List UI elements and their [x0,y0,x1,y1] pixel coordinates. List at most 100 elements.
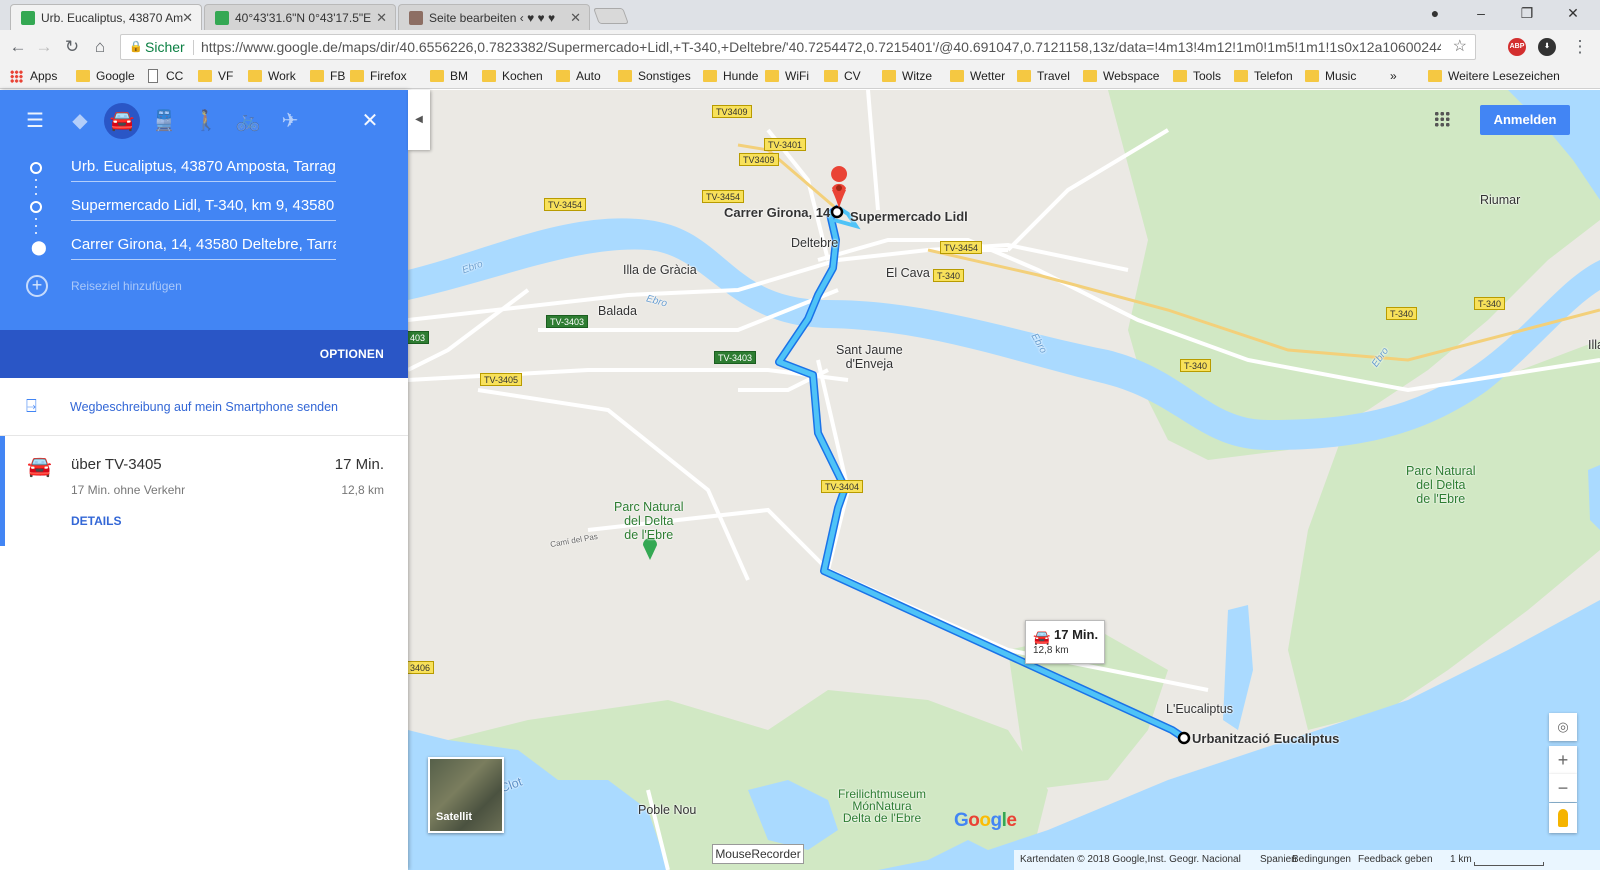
tab-coordinates[interactable]: 40°43'31.6"N 0°43'17.5"E ✕ [204,4,396,30]
tab-close-icon[interactable]: ✕ [182,5,193,30]
route-option[interactable]: 🚘 über TV-3405 17 Min. ohne Verkehr 17 M… [0,436,408,546]
label-poble-nou[interactable]: Poble Nou [638,803,696,817]
transit-mode-icon[interactable]: 🚆 [146,103,182,139]
bike-mode-icon[interactable]: 🚲 [230,103,266,139]
terms-link[interactable]: Bedingungen [1292,850,1351,870]
feedback-link[interactable]: Feedback geben [1358,850,1433,870]
callout-time: 17 Min. [1054,627,1099,642]
bookmark-label: Wetter [970,69,1006,83]
bookmark-bm[interactable]: BM [430,68,468,85]
google-apps-icon[interactable] [1434,111,1450,127]
bookmark-music[interactable]: Music [1305,68,1356,85]
url-text[interactable]: https://www.google.de/maps/dir/40.655622… [201,35,1441,59]
bookmark-tools[interactable]: Tools [1173,68,1221,85]
label-urbanitzacio-eucaliptus[interactable]: Urbanització Eucaliptus [1192,731,1339,746]
download-extension-icon[interactable]: ⬇ [1538,38,1556,56]
bookmark-firefox[interactable]: Firefox [350,68,407,85]
bookmark-cc[interactable]: CC [146,68,183,85]
label-riumar[interactable]: Riumar [1480,193,1520,207]
forward-icon[interactable]: → [32,35,56,59]
signin-button[interactable]: Anmelden [1480,105,1570,135]
label-balada[interactable]: Balada [598,304,637,318]
google-logo: Google [954,810,1017,831]
walk-mode-icon[interactable]: 🚶 [188,103,224,139]
label-leucaliptus[interactable]: L'Eucaliptus [1166,702,1233,716]
send-to-phone-link[interactable]: Wegbeschreibung auf mein Smartphone send… [70,400,338,414]
label-el-cava[interactable]: El Cava [886,266,930,280]
bookmark-auto[interactable]: Auto [556,68,601,85]
page-icon [148,69,158,83]
tab-close-icon[interactable]: ✕ [376,5,387,30]
close-window-icon[interactable]: ✕ [1550,0,1596,26]
label-illa-de-gracia[interactable]: Illa de Gràcia [623,263,697,277]
details-link[interactable]: DETAILS [71,514,121,528]
other-bookmarks[interactable]: Weitere Lesezeichen [1428,68,1560,85]
page-favicon-icon [409,11,423,25]
mouse-recorder-overlay[interactable]: MouseRecorder [712,844,804,864]
label-freilichtmuseum[interactable]: Freilichtmuseum MónNatura Delta de l'Ebr… [838,788,926,824]
label-deltebre[interactable]: Deltebre [791,236,838,250]
satellite-toggle[interactable]: Satellit [428,757,504,833]
my-location-icon[interactable]: ◎ [1549,713,1577,741]
zoom-in-button[interactable]: + [1549,746,1577,774]
back-icon[interactable]: ← [6,35,30,59]
map-canvas[interactable]: Carrer Girona, 14 Supermercado Lidl Delt… [408,90,1600,870]
bookmark-wifi[interactable]: WiFi [765,68,809,85]
map-data-credit: Kartendaten © 2018 Google,Inst. Geogr. N… [1020,854,1241,865]
bookmark-travel[interactable]: Travel [1017,68,1070,85]
bookmark-star-icon[interactable]: ☆ [1453,35,1467,59]
tab-close-icon[interactable]: ✕ [570,5,581,30]
bookmark-webspace[interactable]: Webspace [1083,68,1159,85]
map-footer: Kartendaten © 2018 Google,Inst. Geogr. N… [1014,850,1600,870]
bookmark-cv[interactable]: CV [824,68,861,85]
reload-icon[interactable]: ↻ [60,35,84,59]
bookmark-work[interactable]: Work [248,68,296,85]
new-tab-button[interactable] [593,8,629,24]
origin-input[interactable]: Urb. Eucaliptus, 43870 Amposta, Tarragon… [71,154,336,182]
bookmark-vf[interactable]: VF [198,68,233,85]
close-directions-icon[interactable]: ✕ [352,103,388,139]
profile-icon[interactable]: ● [1412,0,1458,26]
flight-mode-icon[interactable]: ✈ [272,103,308,139]
street-view-pegman-icon[interactable] [1549,803,1577,833]
menu-icon[interactable]: ⋮ [1568,35,1592,59]
zoom-out-button[interactable]: − [1549,774,1577,802]
bookmark-telefon[interactable]: Telefon [1234,68,1293,85]
address-bar[interactable]: 🔒 Sicher https://www.google.de/maps/dir/… [120,34,1476,60]
best-route-icon[interactable]: ◆ [62,103,98,139]
bookmark-kochen[interactable]: Kochen [482,68,543,85]
bookmark-wetter[interactable]: Wetter [950,68,1005,85]
adblock-icon[interactable]: ABP [1508,38,1526,56]
route-time-callout[interactable]: 🚘 17 Min. 12,8 km [1025,620,1105,664]
maximize-icon[interactable]: ❐ [1504,0,1550,26]
bookmark-fb[interactable]: FB [310,68,345,85]
car-mode-icon[interactable]: 🚘 [104,103,140,139]
label-supermercado-lidl[interactable]: Supermercado Lidl [850,209,968,224]
car-icon: 🚘 [27,456,52,478]
minimize-icon[interactable]: – [1458,0,1504,26]
add-destination-button[interactable]: Reiseziel hinzufügen [71,279,182,293]
bookmark-hunde[interactable]: Hunde [703,68,758,85]
options-button[interactable]: OPTIONEN [320,347,384,361]
bookmark-label: Sonstiges [638,69,691,83]
label-parc-natural-east[interactable]: Parc Natural del Delta de l'Ebre [1406,464,1475,506]
menu-icon[interactable]: ☰ [17,103,53,139]
bookmark-apps[interactable]: Apps [10,68,57,85]
send-to-phone-row[interactable]: ⍈ Wegbeschreibung auf mein Smartphone se… [0,378,408,436]
home-icon[interactable]: ⌂ [88,35,112,59]
waypoint-input[interactable]: Supermercado Lidl, T-340, km 9, 43580 De… [71,193,336,221]
bookmark-sonstiges[interactable]: Sonstiges [618,68,691,85]
label-sant-jaume[interactable]: Sant Jaume d'Enveja [836,343,903,371]
add-destination-icon[interactable]: + [26,275,48,297]
tab-edit-page[interactable]: Seite bearbeiten ‹ ♥ ♥ ♥ ✕ [398,4,590,30]
collapse-panel-button[interactable]: ◀ [408,90,430,150]
label-carrer-girona[interactable]: Carrer Girona, 14 [724,205,830,220]
directions-header: ☰ ◆ 🚘 🚆 🚶 🚲 ✈ ✕ ⬤ Urb. Eucaliptus, 43870… [0,90,408,378]
bookmarks-overflow-button[interactable]: » [1390,68,1397,85]
bookmark-witze[interactable]: Witze [882,68,932,85]
label-parc-natural-west[interactable]: Parc Natural del Delta de l'Ebre [614,500,683,542]
tab-directions[interactable]: Urb. Eucaliptus, 43870 Am ✕ [10,4,202,30]
destination-input[interactable]: Carrer Girona, 14, 43580 Deltebre, Tarra… [71,232,336,260]
bookmark-google[interactable]: Google [76,68,135,85]
folder-icon [198,70,212,82]
